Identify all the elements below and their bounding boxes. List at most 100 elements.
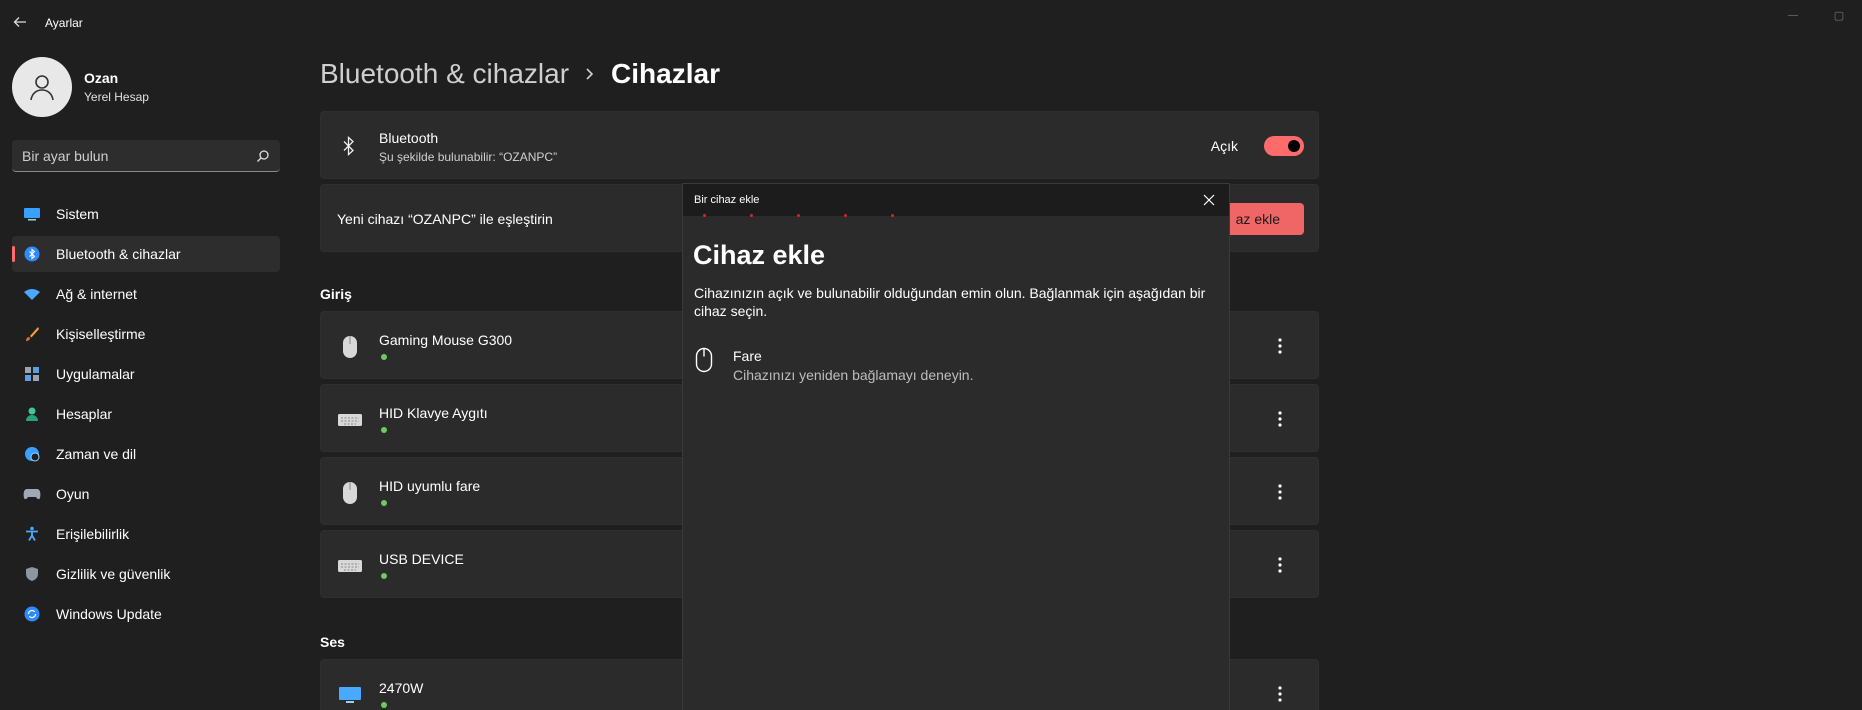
connected-indicator <box>381 702 387 708</box>
device-name: Gaming Mouse G300 <box>379 332 513 348</box>
dialog-close-button[interactable] <box>1199 190 1219 210</box>
search-icon[interactable] <box>256 149 270 163</box>
connected-indicator <box>381 573 387 579</box>
discovered-device-name: Fare <box>733 348 762 364</box>
sidebar-item-label: Kişiselleştirme <box>56 326 146 342</box>
wifi-icon <box>22 284 42 304</box>
sidebar-item-accessibility[interactable]: Erişilebilirlik <box>12 516 280 552</box>
shield-icon <box>22 564 42 584</box>
sidebar-item-apps[interactable]: Uygulamalar <box>12 356 280 392</box>
search-box[interactable] <box>12 140 280 172</box>
sidebar-item-privacy[interactable]: Gizlilik ve güvenlik <box>12 556 280 592</box>
breadcrumb-parent[interactable]: Bluetooth & cihazlar <box>320 58 569 90</box>
more-vertical-icon <box>1278 484 1282 500</box>
apps-icon <box>22 364 42 384</box>
sidebar-item-time-language[interactable]: Zaman ve dil <box>12 436 280 472</box>
nav-list: Sistem Bluetooth & cihazlar Ağ & interne… <box>12 196 280 636</box>
dialog-caption: Bir cihaz ekle <box>694 194 760 206</box>
device-name: HID uyumlu fare <box>379 478 481 494</box>
dialog-description: Cihazınızın açık ve bulunabilir olduğund… <box>694 285 1206 319</box>
section-title-audio: Ses <box>320 634 345 650</box>
sidebar: Ozan Yerel Hesap Sistem Bluetooth & ciha… <box>0 46 300 710</box>
discovered-device-status: Cihazınızı yeniden bağlamayı deneyin. <box>733 367 974 383</box>
more-options-button[interactable] <box>1268 553 1292 577</box>
more-options-button[interactable] <box>1268 334 1292 358</box>
maximize-button[interactable]: ▢ <box>1816 0 1862 30</box>
back-arrow-icon <box>13 17 26 27</box>
more-options-button[interactable] <box>1268 407 1292 431</box>
sidebar-item-network[interactable]: Ağ & internet <box>12 276 280 312</box>
profile-text: Ozan Yerel Hesap <box>84 70 149 104</box>
person-icon <box>22 404 42 424</box>
page-title: Cihazlar <box>611 58 720 89</box>
more-vertical-icon <box>1278 557 1282 573</box>
device-name: HID Klavye Aygıtı <box>379 405 488 421</box>
sidebar-item-bluetooth[interactable]: Bluetooth & cihazlar <box>12 236 280 272</box>
more-options-button[interactable] <box>1268 682 1292 706</box>
sidebar-item-sistem[interactable]: Sistem <box>12 196 280 232</box>
gamepad-icon <box>22 484 42 504</box>
minimize-icon: — <box>1788 9 1798 21</box>
connected-indicator <box>381 427 387 433</box>
bluetooth-card: Bluetooth Şu şekilde bulunabilir: “OZANP… <box>320 111 1319 179</box>
bluetooth-icon <box>22 244 42 264</box>
sidebar-item-label: Windows Update <box>56 606 162 622</box>
searching-progress-indicator <box>703 214 903 218</box>
accessibility-icon <box>22 524 42 544</box>
keyboard-icon <box>335 551 365 581</box>
window-controls: — ▢ <box>1770 0 1862 30</box>
bluetooth-discoverable-text: Şu şekilde bulunabilir: “OZANPC” <box>379 150 558 164</box>
mouse-icon <box>335 332 365 362</box>
keyboard-icon <box>335 405 365 435</box>
sidebar-item-label: Oyun <box>56 486 90 502</box>
more-options-button[interactable] <box>1268 480 1292 504</box>
profile-name: Ozan <box>84 70 119 86</box>
sidebar-item-label: Bluetooth & cihazlar <box>56 246 181 262</box>
breadcrumb: Bluetooth & cihazlar Cihazlar <box>320 58 720 90</box>
sidebar-item-label: Zaman ve dil <box>56 446 137 462</box>
sidebar-item-label: Hesaplar <box>56 406 113 422</box>
sidebar-item-windows-update[interactable]: Windows Update <box>12 596 280 632</box>
more-vertical-icon <box>1278 686 1282 702</box>
sidebar-item-accounts[interactable]: Hesaplar <box>12 396 280 432</box>
globe-clock-icon <box>22 444 42 464</box>
pair-device-text: Yeni cihazı “OZANPC” ile eşleştirin <box>337 211 553 227</box>
device-name: 2470W <box>379 680 424 696</box>
bluetooth-title: Bluetooth <box>379 130 439 146</box>
sidebar-item-gaming[interactable]: Oyun <box>12 476 280 512</box>
title-bar: Ayarlar — ▢ <box>0 0 1862 46</box>
section-title-input: Giriş <box>320 286 352 302</box>
connected-indicator <box>381 500 387 506</box>
bluetooth-toggle[interactable] <box>1264 136 1304 156</box>
back-button[interactable] <box>6 8 34 36</box>
app-title: Ayarlar <box>45 16 83 30</box>
dialog-title: Cihaz ekle <box>693 240 826 270</box>
update-icon <box>22 604 42 624</box>
close-icon <box>1203 194 1215 206</box>
search-input[interactable] <box>22 147 256 164</box>
bluetooth-toggle-label: Açık <box>1210 138 1238 154</box>
dialog-header: Bir cihaz ekle <box>683 184 1229 216</box>
connected-indicator <box>381 354 387 360</box>
avatar <box>12 57 72 117</box>
brush-icon <box>22 324 42 344</box>
sidebar-item-label: Ağ & internet <box>56 286 137 302</box>
mouse-icon <box>335 478 365 508</box>
maximize-icon: ▢ <box>1833 9 1845 22</box>
add-device-dialog: Bir cihaz ekle Cihaz ekle Cihazınızın aç… <box>682 183 1230 710</box>
minimize-button[interactable]: — <box>1770 0 1816 30</box>
sidebar-item-label: Erişilebilirlik <box>56 526 130 542</box>
more-vertical-icon <box>1278 411 1282 427</box>
add-device-button-label: az ekle <box>1235 211 1280 227</box>
discovered-device-item[interactable]: Fare Cihazınızı yeniden bağlamayı deneyi… <box>693 344 1213 388</box>
sidebar-item-personalization[interactable]: Kişiselleştirme <box>12 316 280 352</box>
profile-account-type: Yerel Hesap <box>84 90 149 104</box>
chevron-right-icon <box>585 67 595 81</box>
sidebar-item-label: Sistem <box>56 206 99 222</box>
device-name: USB DEVICE <box>379 551 464 567</box>
mouse-icon <box>693 346 715 374</box>
user-profile[interactable]: Ozan Yerel Hesap <box>12 56 149 118</box>
sidebar-item-label: Uygulamalar <box>56 366 135 382</box>
monitor-icon <box>22 204 42 224</box>
more-vertical-icon <box>1278 338 1282 354</box>
